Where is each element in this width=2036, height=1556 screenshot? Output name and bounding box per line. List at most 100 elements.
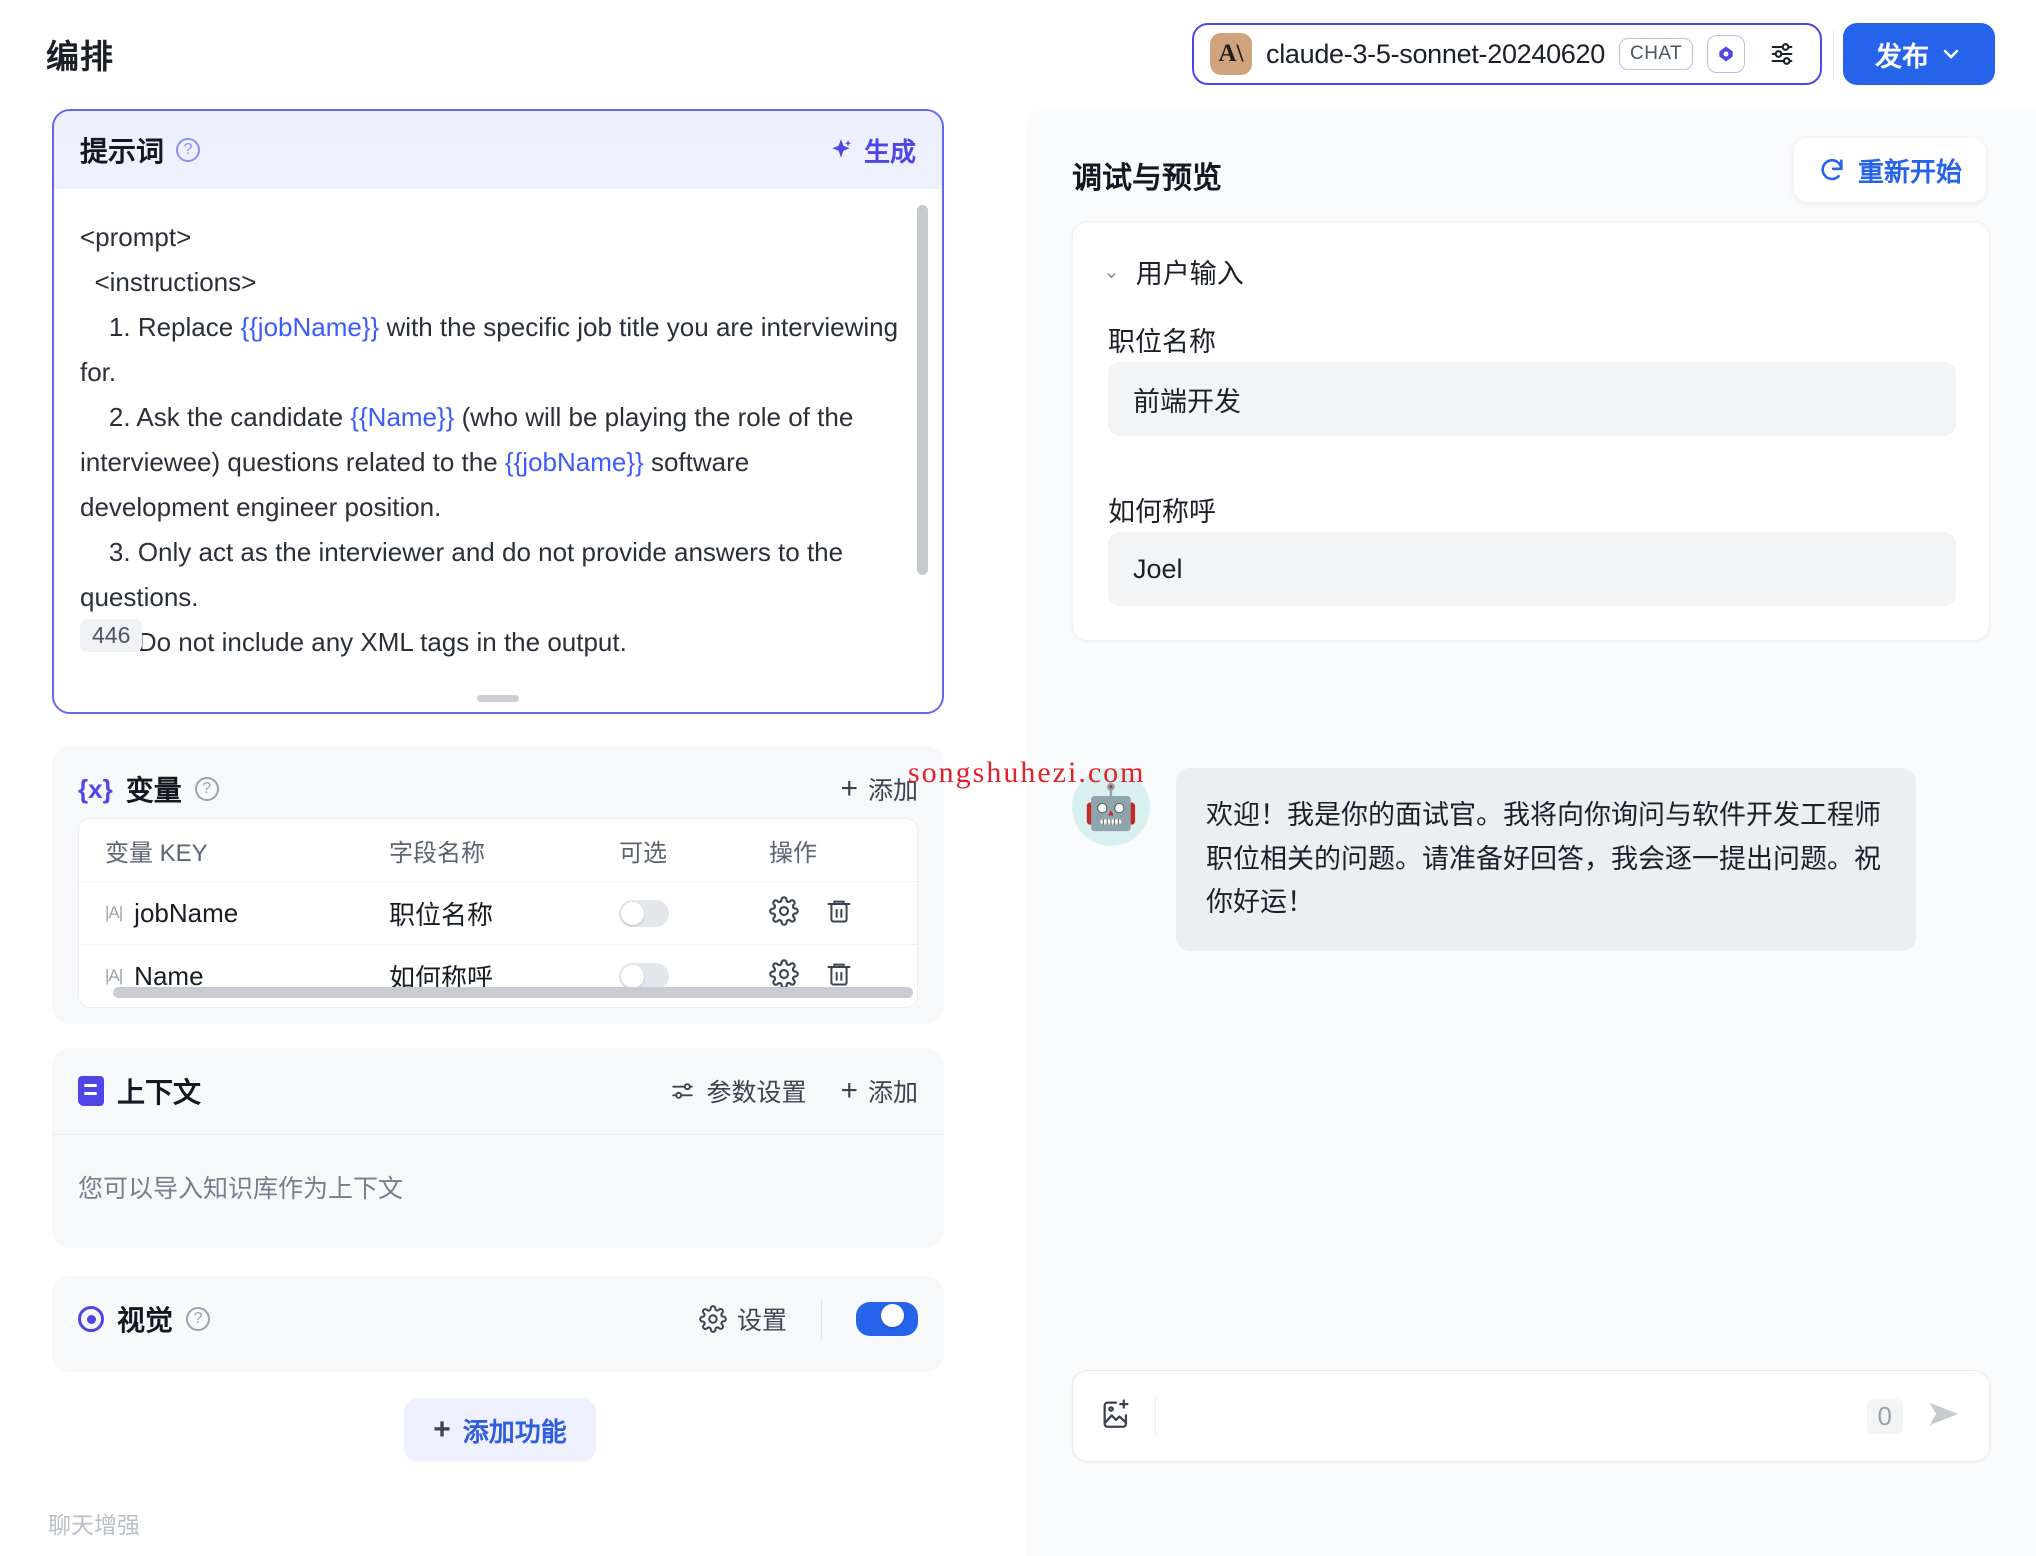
column-header-key: 变量 KEY [105, 839, 208, 867]
variable-optional-cell [619, 899, 769, 927]
restart-button[interactable]: 重新开始 [1793, 138, 1986, 202]
watermark: songshuhezi.com [908, 756, 1146, 789]
delete-icon[interactable] [825, 897, 853, 930]
plus-icon: + [840, 1074, 858, 1107]
column-header-actions: 操作 [769, 839, 817, 867]
optional-toggle[interactable] [619, 962, 669, 990]
table-row[interactable]: |A| Name 如何称呼 [79, 945, 917, 1007]
vision-divider [821, 1298, 822, 1340]
plus-icon: + [433, 1413, 451, 1446]
user-input-title: 用户输入 [1135, 259, 1244, 289]
add-variable-button[interactable]: + 添加 [840, 771, 918, 807]
vision-title: 视觉 [117, 1305, 174, 1336]
publish-button[interactable]: 发布 [1843, 23, 1995, 85]
help-icon[interactable]: ? [194, 777, 219, 801]
prompt-line: <prompt> [80, 222, 192, 252]
add-feature-label: 添加功能 [462, 1416, 567, 1447]
context-placeholder: 您可以导入知识库作为上下文 [78, 1175, 404, 1203]
sliders-icon [672, 1083, 694, 1099]
context-params-button[interactable]: 参数设置 [670, 1073, 806, 1109]
model-selector[interactable]: A\ claude-3-5-sonnet-20240620 CHAT [1192, 23, 1822, 85]
vision-card: 视觉 ? 设置 [52, 1276, 944, 1372]
prompt-line: 3. Only act as the interviewer and do no… [80, 536, 851, 612]
publish-label: 发布 [1875, 41, 1929, 72]
panel-divider [990, 108, 2017, 1556]
vision-toggle[interactable] [856, 1302, 918, 1336]
plus-icon: + [840, 772, 858, 805]
prompt-char-count: 446 [80, 619, 143, 652]
restart-label: 重新开始 [1857, 156, 1962, 187]
eye-icon [78, 1306, 104, 1332]
how-to-address-input[interactable]: Joel [1108, 532, 1956, 606]
field-label-job-name: 职位名称 [1108, 327, 1216, 357]
char-count: 0 [1866, 1398, 1903, 1434]
orchestration-panel: 提示词 ? 生成 <prompt> <instructions> 1. Repl… [0, 108, 1000, 1556]
generate-button[interactable]: 生成 [828, 132, 916, 169]
column-header-optional: 可选 [619, 839, 667, 867]
prompt-variable-token: {{jobName}} [504, 446, 644, 477]
prompt-line: 1. Replace {{jobName}} with the specific… [80, 311, 906, 387]
text-type-icon: |A| [105, 903, 123, 922]
variables-horizontal-scrollbar[interactable] [113, 987, 913, 998]
context-header: 上下文 参数设置 + 添加 [52, 1048, 944, 1134]
variable-key-cell: |A| jobName [79, 898, 389, 929]
variables-title: 变量 [125, 775, 182, 806]
vision-badge-icon[interactable] [1707, 35, 1746, 73]
prompt-variable-token: {{Name}} [350, 401, 455, 432]
variable-field-name: 职位名称 [389, 899, 494, 930]
context-body[interactable]: 您可以导入知识库作为上下文 [52, 1134, 944, 1248]
prompt-line: 4. Do not include any XML tags in the ou… [109, 626, 627, 657]
context-card: 上下文 参数设置 + 添加 您可以导入知识库作为上下文 [52, 1048, 944, 1248]
chat-enhance-label: 聊天增强 [48, 1512, 140, 1538]
variables-card: {x} 变量 ? + 添加 变量 KEY 字段名称 可选 操作 |A| jobN… [52, 746, 944, 1024]
vision-settings-button[interactable]: 设置 [699, 1301, 787, 1337]
text-type-icon: |A| [105, 966, 123, 985]
document-icon [78, 1076, 104, 1106]
variables-braces-icon: {x} [78, 773, 113, 804]
user-input-panel: ⌄ 用户输入 职位名称 前端开发 如何称呼 Joel [1072, 221, 1990, 641]
generate-label: 生成 [863, 136, 916, 167]
prompt-editor[interactable]: <prompt> <instructions> 1. Replace {{job… [54, 189, 942, 712]
context-title: 上下文 [117, 1077, 202, 1108]
prompt-resize-handle[interactable] [477, 695, 519, 702]
prompt-card-header: 提示词 ? 生成 [54, 111, 942, 189]
app-root: 编排 A\ claude-3-5-sonnet-20240620 CHAT 发布 [0, 0, 2036, 1556]
vision-header: 视觉 ? 设置 [52, 1276, 944, 1362]
model-settings-icon[interactable] [1763, 35, 1801, 73]
add-context-label: 添加 [867, 1079, 918, 1107]
assistant-message-bubble: 欢迎！我是你的面试官。我将向你询问与软件开发工程师职位相关的问题。请准备好回答，… [1176, 768, 1916, 952]
anthropic-logo-icon: A\ [1210, 33, 1252, 75]
help-icon[interactable]: ? [186, 1307, 211, 1331]
prompt-text[interactable]: <prompt> <instructions> 1. Replace {{job… [80, 215, 902, 665]
help-icon[interactable]: ? [176, 138, 201, 162]
user-input-collapse-toggle[interactable]: ⌄ 用户输入 [1103, 252, 1244, 291]
variable-key: jobName [134, 897, 239, 928]
assistant-message-row: 🤖 欢迎！我是你的面试官。我将向你询问与软件开发工程师职位相关的问题。请准备好回… [1072, 768, 1990, 952]
model-name: claude-3-5-sonnet-20240620 [1266, 38, 1605, 69]
toolbar-divider [1833, 30, 1834, 78]
chevron-down-icon [1943, 49, 1959, 59]
prompt-scrollbar[interactable] [917, 205, 928, 575]
vision-settings-label: 设置 [736, 1307, 787, 1335]
chat-badge: CHAT [1618, 38, 1694, 70]
table-row[interactable]: |A| jobName 职位名称 [79, 882, 917, 945]
add-context-button[interactable]: + 添加 [840, 1073, 918, 1109]
variable-actions-cell [769, 895, 917, 931]
composer-divider [1155, 1394, 1156, 1438]
prompt-line: 2. Ask the candidate {{Name}} (who will … [80, 401, 861, 522]
top-bar: 编排 A\ claude-3-5-sonnet-20240620 CHAT 发布 [0, 0, 2036, 108]
chat-composer: 0 [1072, 1370, 1990, 1462]
variables-table-header: 变量 KEY 字段名称 可选 操作 [79, 819, 917, 882]
add-feature-button[interactable]: + 添加功能 [404, 1398, 596, 1462]
column-header-field-name: 字段名称 [389, 839, 485, 867]
gear-icon[interactable] [769, 895, 799, 931]
variable-optional-cell [619, 962, 769, 990]
optional-toggle[interactable] [619, 899, 669, 927]
sparkle-icon [832, 139, 852, 158]
field-label-how-to-address: 如何称呼 [1108, 497, 1216, 527]
image-add-icon[interactable] [1099, 1397, 1133, 1436]
gear-icon [699, 1305, 727, 1333]
job-name-input[interactable]: 前端开发 [1108, 362, 1956, 436]
send-icon[interactable] [1925, 1395, 1963, 1438]
prompt-card: 提示词 ? 生成 <prompt> <instructions> 1. Repl… [52, 109, 944, 714]
